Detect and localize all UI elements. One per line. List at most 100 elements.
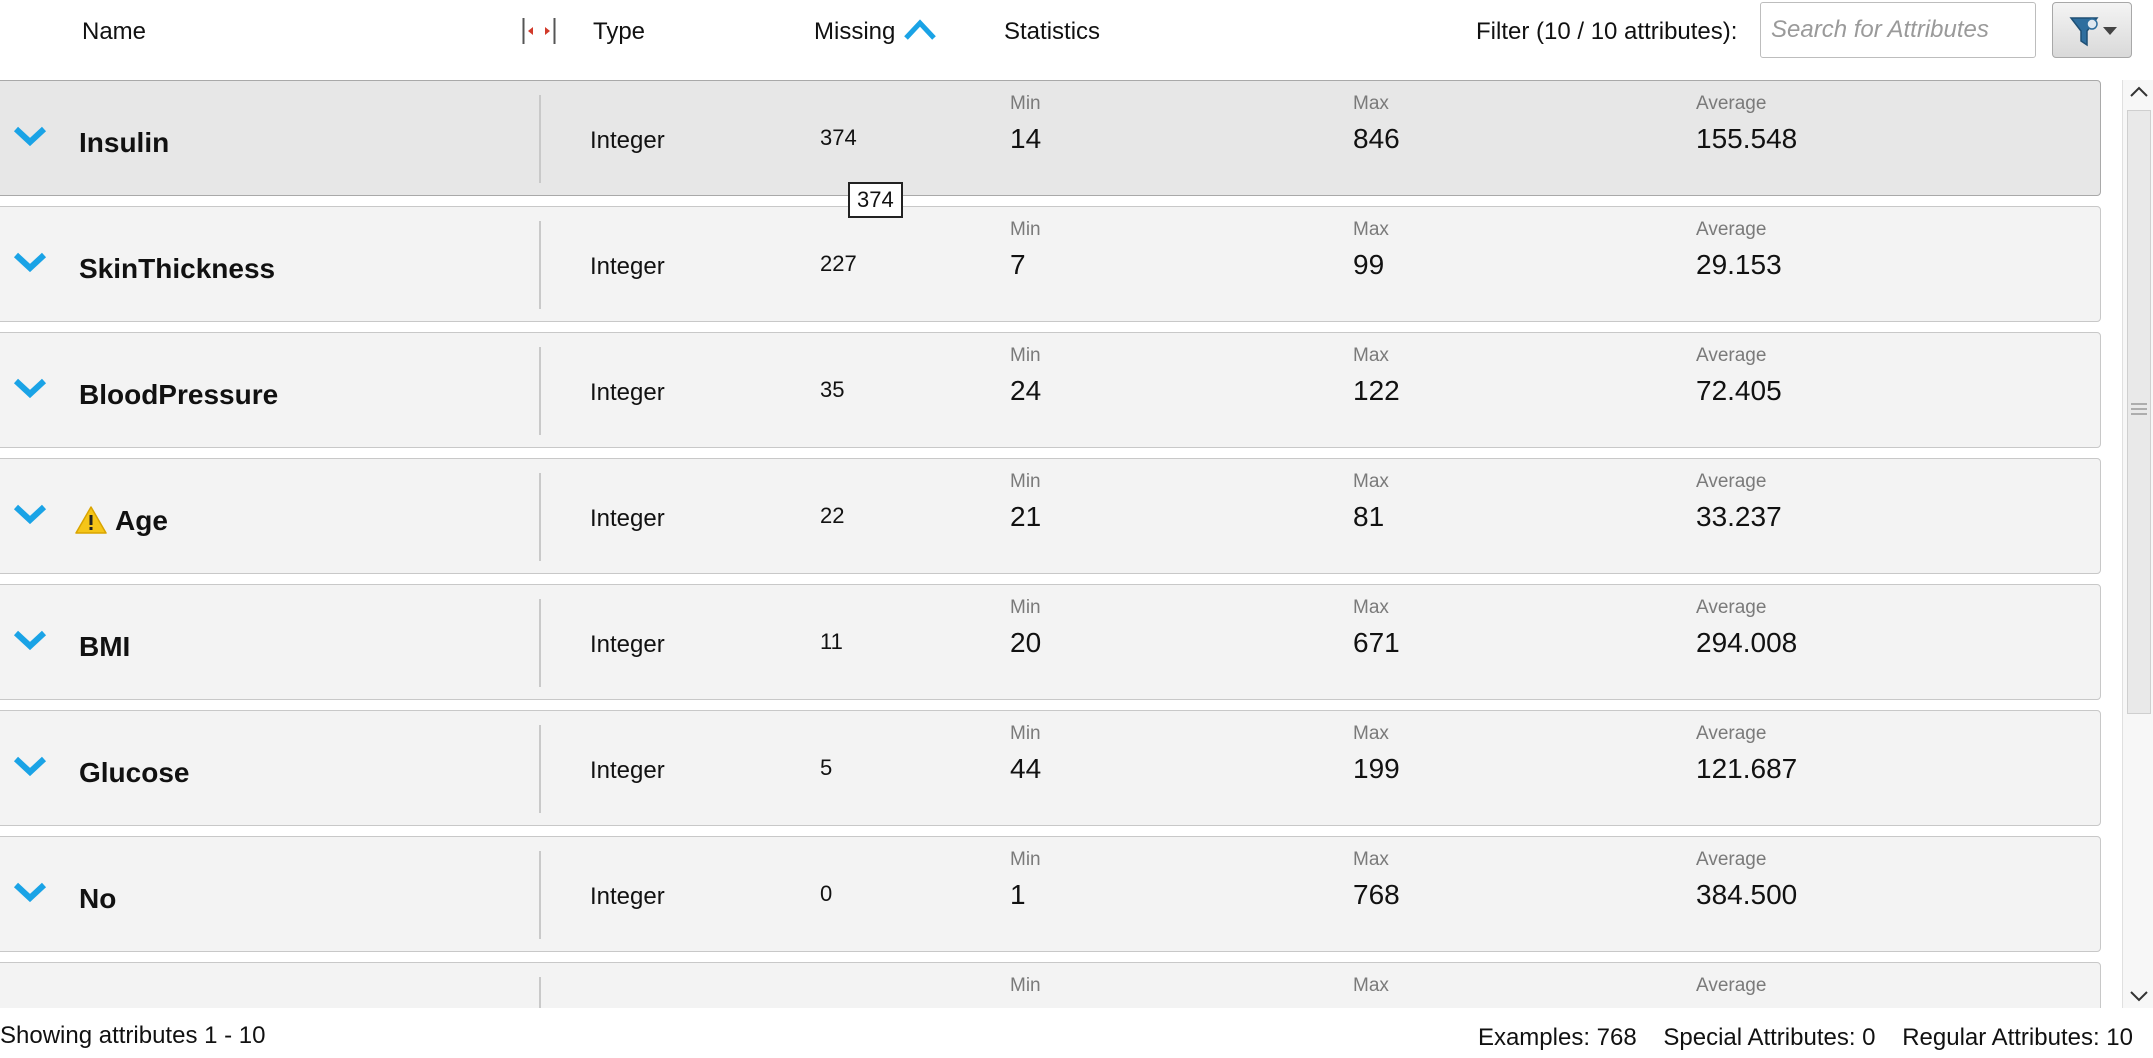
attribute-type: Integer xyxy=(590,379,665,406)
funnel-dropdown-icon xyxy=(2069,17,2117,47)
average-label: Average xyxy=(1696,849,1767,870)
column-header-missing[interactable]: Missing xyxy=(814,18,895,46)
column-header-statistics: Statistics xyxy=(1004,18,1101,45)
chevron-down-icon[interactable] xyxy=(13,629,47,651)
attribute-name: SkinThickness xyxy=(79,253,276,284)
average-value: 121.687 xyxy=(1696,753,1798,784)
attribute-type: Integer xyxy=(590,883,665,910)
average-value: 384.500 xyxy=(1696,879,1798,910)
max-value: 199 xyxy=(1353,753,1400,784)
min-value: 14 xyxy=(1010,123,1042,154)
missing-count: 227 xyxy=(820,251,857,276)
scrollbar-thumb[interactable] xyxy=(2127,110,2151,714)
attribute-row[interactable]: Min Max Average xyxy=(0,962,2101,1008)
examples-count: Examples: 768 xyxy=(1477,1024,1637,1051)
vertical-scrollbar[interactable] xyxy=(2122,80,2153,1008)
max-label: Max xyxy=(1353,471,1389,492)
average-value: 33.237 xyxy=(1696,501,1782,532)
column-resize-icon[interactable] xyxy=(522,16,556,46)
missing-count: 0 xyxy=(820,881,833,906)
attribute-row[interactable]: Glucose Integer 5 Min 44 Max 199 Average 121.687 xyxy=(0,710,2101,826)
scroll-up-icon[interactable] xyxy=(2127,80,2151,104)
grip-icon xyxy=(2131,403,2147,415)
column-divider xyxy=(539,221,541,309)
showing-attributes-text: Showing attributes 1 - 10 xyxy=(0,1022,266,1049)
column-divider xyxy=(539,725,541,813)
filter-label: Filter (10 / 10 attributes): xyxy=(1476,18,1738,45)
attribute-list[interactable]: Insulin Integer 374 Min 14 Max 846 Average 155.5… xyxy=(0,80,2104,1008)
column-divider xyxy=(539,977,541,1008)
search-attributes-input[interactable] xyxy=(1760,2,2036,58)
column-divider xyxy=(539,599,541,687)
min-value: 21 xyxy=(1010,501,1042,532)
column-divider xyxy=(539,851,541,939)
column-divider xyxy=(539,347,541,435)
max-label: Max xyxy=(1353,975,1389,996)
average-label: Average xyxy=(1696,471,1767,492)
max-label: Max xyxy=(1353,597,1389,618)
missing-count: 11 xyxy=(820,629,843,654)
column-header-bar: Name Type Missing Statistics Filter (10 … xyxy=(0,0,2153,80)
attribute-type: Integer xyxy=(590,631,665,658)
attribute-row[interactable]: SkinThickness Integer 227 Min 7 Max 99 Average 2… xyxy=(0,206,2101,322)
min-label: Min xyxy=(1010,219,1041,240)
min-label: Min xyxy=(1010,723,1041,744)
attribute-type: Integer xyxy=(590,127,665,154)
scroll-down-icon[interactable] xyxy=(2127,984,2151,1008)
max-value: 122 xyxy=(1353,375,1400,406)
average-value: 72.405 xyxy=(1696,375,1782,406)
attribute-type: Integer xyxy=(590,253,665,280)
missing-count: 374 xyxy=(820,125,857,150)
average-label: Average xyxy=(1696,219,1767,240)
average-value: 29.153 xyxy=(1696,249,1782,280)
missing-count: 5 xyxy=(820,755,833,780)
chevron-down-icon[interactable] xyxy=(13,377,47,399)
attribute-name: Glucose xyxy=(79,757,190,788)
dataset-summary: Examples: 768 Special Attributes: 0 Regu… xyxy=(1478,1024,2133,1052)
attribute-name: BMI xyxy=(79,631,131,662)
min-label: Min xyxy=(1010,93,1041,114)
max-value: 768 xyxy=(1353,879,1400,910)
min-value: 20 xyxy=(1010,627,1042,658)
average-label: Average xyxy=(1696,345,1767,366)
average-value: 155.548 xyxy=(1696,123,1798,154)
chevron-down-icon[interactable] xyxy=(13,125,47,147)
average-label: Average xyxy=(1696,93,1767,114)
attribute-type: Integer xyxy=(590,505,665,532)
average-label: Average xyxy=(1696,597,1767,618)
regular-attributes-count: Regular Attributes: 10 xyxy=(1902,1024,2133,1051)
min-label: Min xyxy=(1010,849,1041,870)
chevron-down-icon[interactable] xyxy=(13,251,47,273)
attribute-row[interactable]: No Integer 0 Min 1 Max 768 Average 384.500 xyxy=(0,836,2101,952)
attribute-name: No xyxy=(79,883,117,914)
chevron-down-icon[interactable] xyxy=(13,503,47,525)
min-value: 1 xyxy=(1010,879,1026,910)
status-bar: Showing attributes 1 - 10 Examples: 768 … xyxy=(0,1008,2153,1058)
max-label: Max xyxy=(1353,93,1389,114)
max-value: 846 xyxy=(1353,123,1400,154)
missing-tooltip: 374 xyxy=(848,182,903,218)
attribute-row[interactable]: BloodPressure Integer 35 Min 24 Max 122 Average… xyxy=(0,332,2101,448)
column-header-name[interactable]: Name xyxy=(82,18,146,46)
filter-dropdown-button[interactable] xyxy=(2052,2,2132,58)
min-value: 7 xyxy=(1010,249,1026,280)
max-value: 81 xyxy=(1353,501,1385,532)
chevron-down-icon[interactable] xyxy=(13,755,47,777)
sort-ascending-icon[interactable] xyxy=(904,18,936,42)
max-value: 671 xyxy=(1353,627,1400,658)
attribute-row[interactable]: Insulin Integer 374 Min 14 Max 846 Average 155.5… xyxy=(0,80,2101,196)
attribute-type: Integer xyxy=(590,757,665,784)
attribute-row[interactable]: Age Integer 22 Min 21 Max 81 Average 33.237 xyxy=(0,458,2101,574)
attribute-name: Age xyxy=(115,505,168,536)
max-label: Max xyxy=(1353,723,1389,744)
column-header-type[interactable]: Type xyxy=(593,18,645,46)
attribute-name: Insulin xyxy=(79,127,170,158)
attribute-row[interactable]: BMI Integer 11 Min 20 Max 671 Average 294.008 xyxy=(0,584,2101,700)
special-attributes-count: Special Attributes: 0 xyxy=(1663,1024,1876,1051)
min-label: Min xyxy=(1010,345,1041,366)
chevron-down-icon[interactable] xyxy=(13,881,47,903)
warning-icon xyxy=(75,506,107,534)
missing-count: 35 xyxy=(820,377,845,402)
min-label: Min xyxy=(1010,471,1041,492)
column-divider xyxy=(539,473,541,561)
